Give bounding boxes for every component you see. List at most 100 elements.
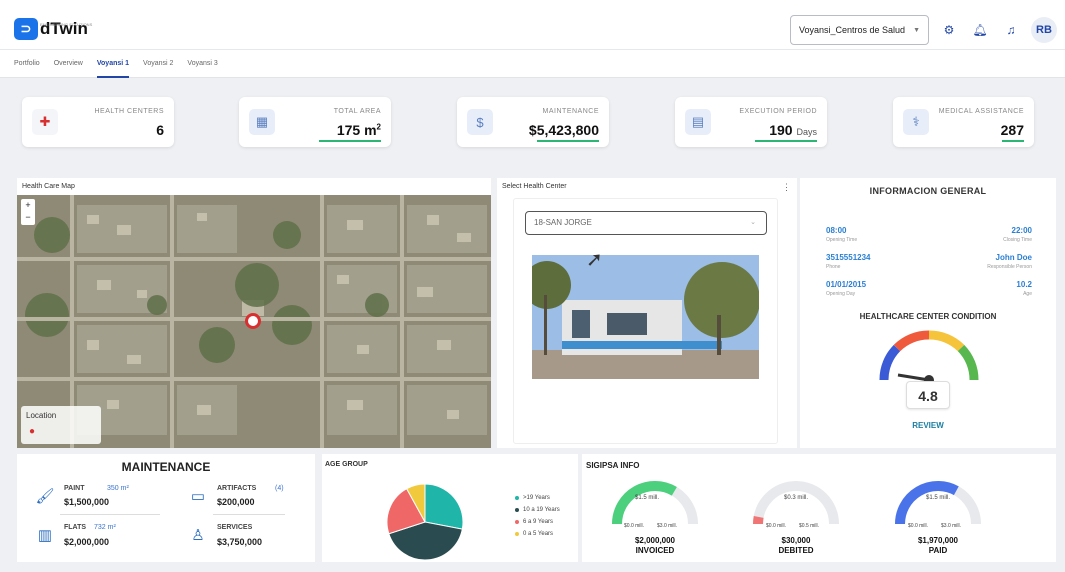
app-tagline: ENGINEERING SOLUTIONS: [40, 22, 93, 27]
notification-bell-icon[interactable]: 🔔︎: [969, 19, 991, 41]
location-label: Location: [26, 411, 57, 420]
user-avatar[interactable]: RB: [1031, 17, 1057, 43]
sigipsa-gauge-debited: [753, 481, 839, 525]
legend-swatch: [515, 508, 519, 512]
chevron-down-icon: ⌄: [750, 219, 756, 226]
tab-voyansi-2[interactable]: Voyansi 2: [143, 50, 173, 78]
age-group-legend: >19 Years 10 a 19 Years 6 a 9 Years 0 a …: [515, 492, 560, 540]
artifacts-label: ARTIFACTS: [217, 485, 257, 492]
kpi-label: HEALTH CENTERS: [94, 108, 164, 115]
sigipsa-gauge-invoiced: [612, 481, 698, 525]
building-icon: ▥: [37, 527, 53, 544]
kpi-label: TOTAL AREA: [333, 108, 381, 115]
kpi-value-number: 190: [769, 122, 793, 138]
legend-label: >19 Years: [523, 495, 550, 501]
opening-day-label: Opening Day: [826, 291, 856, 297]
responsible-value: John Doe: [995, 253, 1032, 262]
map-zoom-control: + −: [21, 199, 35, 225]
gauge-fill: [753, 515, 764, 525]
debited-max: $0.5 mill.: [799, 523, 820, 529]
health-center-photo: [532, 255, 759, 379]
pie-slice-0[interactable]: [424, 483, 464, 530]
paid-value: $1,970,000: [917, 536, 959, 545]
legend-item: 0 a 5 Years: [515, 528, 560, 540]
debited-midpoint: $0.3 mill.: [783, 495, 808, 501]
building-photo-image: [532, 255, 759, 379]
kpi-maintenance: $ MAINTENANCE $5,423,800: [457, 97, 609, 147]
review-link[interactable]: REVIEW: [800, 421, 1056, 430]
settings-gear-icon[interactable]: ⚙: [938, 19, 960, 41]
kpi-unit: 2: [376, 122, 381, 132]
more-options-icon[interactable]: ⋮: [782, 182, 791, 193]
responsible-label: Responsible Person: [987, 264, 1032, 270]
kpi-underline: [755, 140, 817, 142]
services-label: SERVICES: [217, 524, 253, 531]
phone-value: 3515551234: [826, 253, 871, 262]
opening-day-value: 01/01/2015: [826, 280, 867, 289]
zoom-in-button[interactable]: +: [21, 199, 35, 211]
zoom-out-button[interactable]: −: [21, 211, 35, 223]
dollar-icon: $: [467, 109, 493, 135]
kpi-total-area: ▦ TOTAL AREA 175 m2: [239, 97, 391, 147]
tab-voyansi-3[interactable]: Voyansi 3: [187, 50, 217, 78]
legend-item: >19 Years: [515, 492, 560, 504]
area-grid-icon: ▦: [249, 109, 275, 135]
paid-midpoint: $1.5 mill.: [925, 495, 950, 501]
legend-label: 6 a 9 Years: [523, 519, 554, 525]
kpi-label: MEDICAL ASSISTANCE: [938, 108, 1024, 115]
dtwin-logo-icon: ⊃: [14, 18, 38, 40]
paid-max: $3.0 mill.: [941, 523, 962, 529]
mouse-cursor-icon: ➚: [586, 249, 603, 271]
condition-gauge: [879, 330, 979, 385]
health-center-select-value: 18-SAN JORGE: [534, 218, 592, 227]
kpi-label: EXECUTION PERIOD: [739, 108, 817, 115]
tab-voyansi-1[interactable]: Voyansi 1: [96, 50, 130, 78]
medical-icon: ⚕: [903, 109, 929, 135]
kpi-value: 287: [1000, 122, 1024, 138]
location-box: Location ●: [21, 406, 101, 444]
general-info-title: INFORMACION GENERAL: [869, 186, 987, 196]
tab-bar: Portfolio Overview Voyansi 1 Voyansi 2 V…: [0, 50, 1065, 78]
kpi-label: MAINTENANCE: [542, 108, 599, 115]
artifacts-value: $200,000: [217, 497, 255, 507]
paint-label: PAINT: [64, 485, 85, 492]
project-select[interactable]: Voyansi_Centros de Salud ▼: [789, 15, 929, 45]
sigipsa-gauge-paid: [895, 481, 981, 525]
flats-label: FLATS: [64, 524, 87, 531]
invoiced-min: $0.0 mill.: [624, 523, 645, 529]
paid-label: PAID: [928, 546, 948, 555]
location-marker-icon[interactable]: [245, 313, 261, 329]
artifacts-count: (4): [275, 485, 284, 492]
invoiced-value: $2,000,000: [634, 536, 676, 545]
kpi-unit: Days: [796, 127, 817, 137]
legend-item: 6 a 9 Years: [515, 516, 560, 528]
gauge-track: [753, 481, 839, 525]
gauge-fill: [612, 481, 677, 525]
age-group-pie-chart: [386, 483, 464, 561]
kpi-value: 6: [156, 122, 164, 138]
hospital-icon: ✚: [32, 109, 58, 135]
kpi-underline: [319, 140, 381, 142]
satellite-map[interactable]: + − Location ●: [17, 195, 491, 448]
invoiced-max: $3.0 mill.: [657, 523, 678, 529]
paint-value: $1,500,000: [64, 497, 110, 507]
kpi-value: $5,423,800: [528, 122, 599, 138]
age-label: Age: [1023, 291, 1032, 297]
maintenance-title: MAINTENANCE: [121, 460, 211, 474]
debited-min: $0.0 mill.: [766, 523, 787, 529]
condition-value: 4.8: [906, 381, 950, 409]
gauge-fill: [895, 481, 959, 525]
services-value: $3,750,000: [217, 537, 263, 547]
kpi-health-centers: ✚ HEALTH CENTERS 6: [22, 97, 174, 147]
headset-support-icon[interactable]: ♫: [1000, 19, 1022, 41]
condition-title: HEALTHCARE CENTER CONDITION: [859, 312, 997, 321]
paid-min: $0.0 mill.: [908, 523, 929, 529]
legend-swatch: [515, 532, 519, 536]
flats-area: 732 m²: [94, 524, 116, 531]
health-center-select[interactable]: 18-SAN JORGE ⌄: [525, 211, 767, 235]
flats-value: $2,000,000: [64, 537, 110, 547]
worker-icon: ♙: [191, 527, 205, 544]
tab-overview[interactable]: Overview: [54, 50, 83, 78]
closing-time-label: Closing Time: [1003, 237, 1032, 243]
tab-portfolio[interactable]: Portfolio: [14, 50, 40, 78]
